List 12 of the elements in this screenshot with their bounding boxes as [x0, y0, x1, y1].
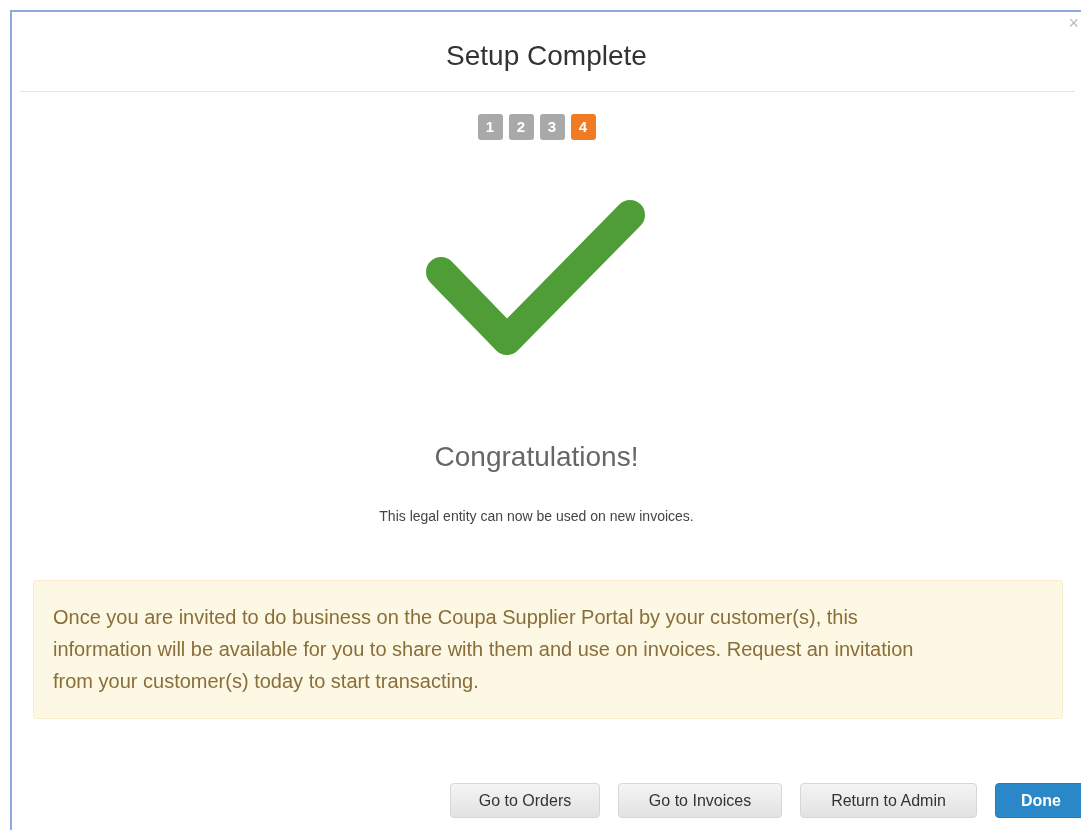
- step-indicator: 2: [508, 114, 534, 140]
- action-button[interactable]: Go to Orders: [450, 783, 600, 818]
- message-text: This legal entity can now be used on new invoices.: [379, 507, 694, 526]
- step-indicator: 1: [477, 114, 503, 140]
- action-button[interactable]: Go to Invoices: [618, 783, 782, 818]
- step-indicator: 3: [539, 114, 565, 140]
- info-alert: Once you are invited to do business on the Coupa Supplier Portal by your customer(s), this information will be available for you to share with them and use on invoices. Request an invitation from your customer(s) today to start transacting.: [33, 580, 1063, 719]
- action-button[interactable]: Return to Admin: [800, 783, 977, 818]
- done-button[interactable]: Done: [995, 783, 1081, 818]
- congratulations-heading: Congratulations!: [434, 441, 639, 473]
- step-indicator: 4: [570, 114, 596, 140]
- dialog-title: Setup Complete: [446, 40, 647, 72]
